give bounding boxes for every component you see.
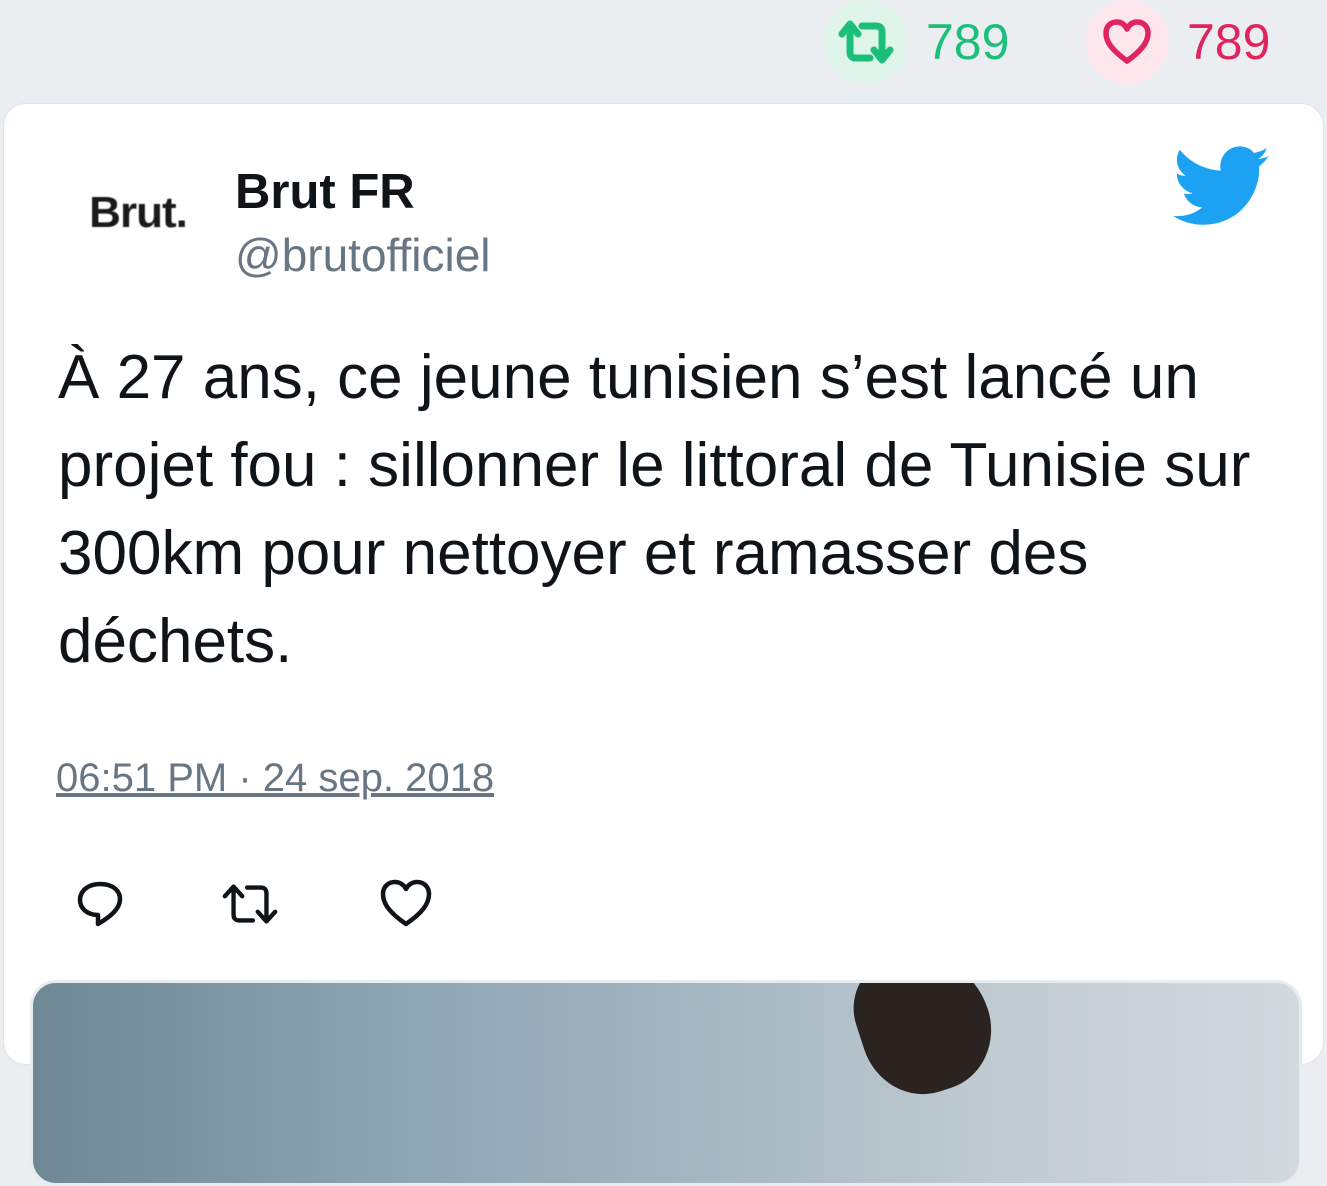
heart-icon[interactable] — [1085, 0, 1169, 84]
like-button[interactable] — [376, 874, 436, 934]
like-count: 789 — [1187, 14, 1271, 70]
engagement-bar: 789 789 — [0, 0, 1327, 104]
avatar[interactable]: Brut. — [70, 158, 206, 268]
heart-icon — [380, 879, 432, 927]
media-subject — [840, 983, 1008, 1110]
retweet-stat[interactable]: 789 — [824, 0, 1009, 84]
twitter-bird-icon[interactable] — [1172, 146, 1272, 228]
tweet-media[interactable] — [30, 980, 1302, 1186]
tweet-card: Brut. Brut FR @brutofficiel À 27 ans, ce… — [4, 104, 1323, 1186]
retweet-icon[interactable] — [824, 0, 908, 84]
reply-icon — [77, 881, 123, 927]
like-stat[interactable]: 789 — [1085, 0, 1270, 84]
retweet-count: 789 — [926, 14, 1010, 70]
author-name[interactable]: Brut FR — [235, 164, 415, 220]
retweet-button[interactable] — [220, 874, 280, 934]
tweet-timestamp[interactable]: 06:51 PM · 24 sep. 2018 — [56, 756, 494, 801]
tweet-text: À 27 ans, ce jeune tunisien s’est lancé … — [58, 343, 1251, 676]
author-handle[interactable]: @brutofficiel — [235, 228, 491, 282]
retweet-icon — [222, 884, 278, 924]
reply-button[interactable] — [70, 874, 130, 934]
